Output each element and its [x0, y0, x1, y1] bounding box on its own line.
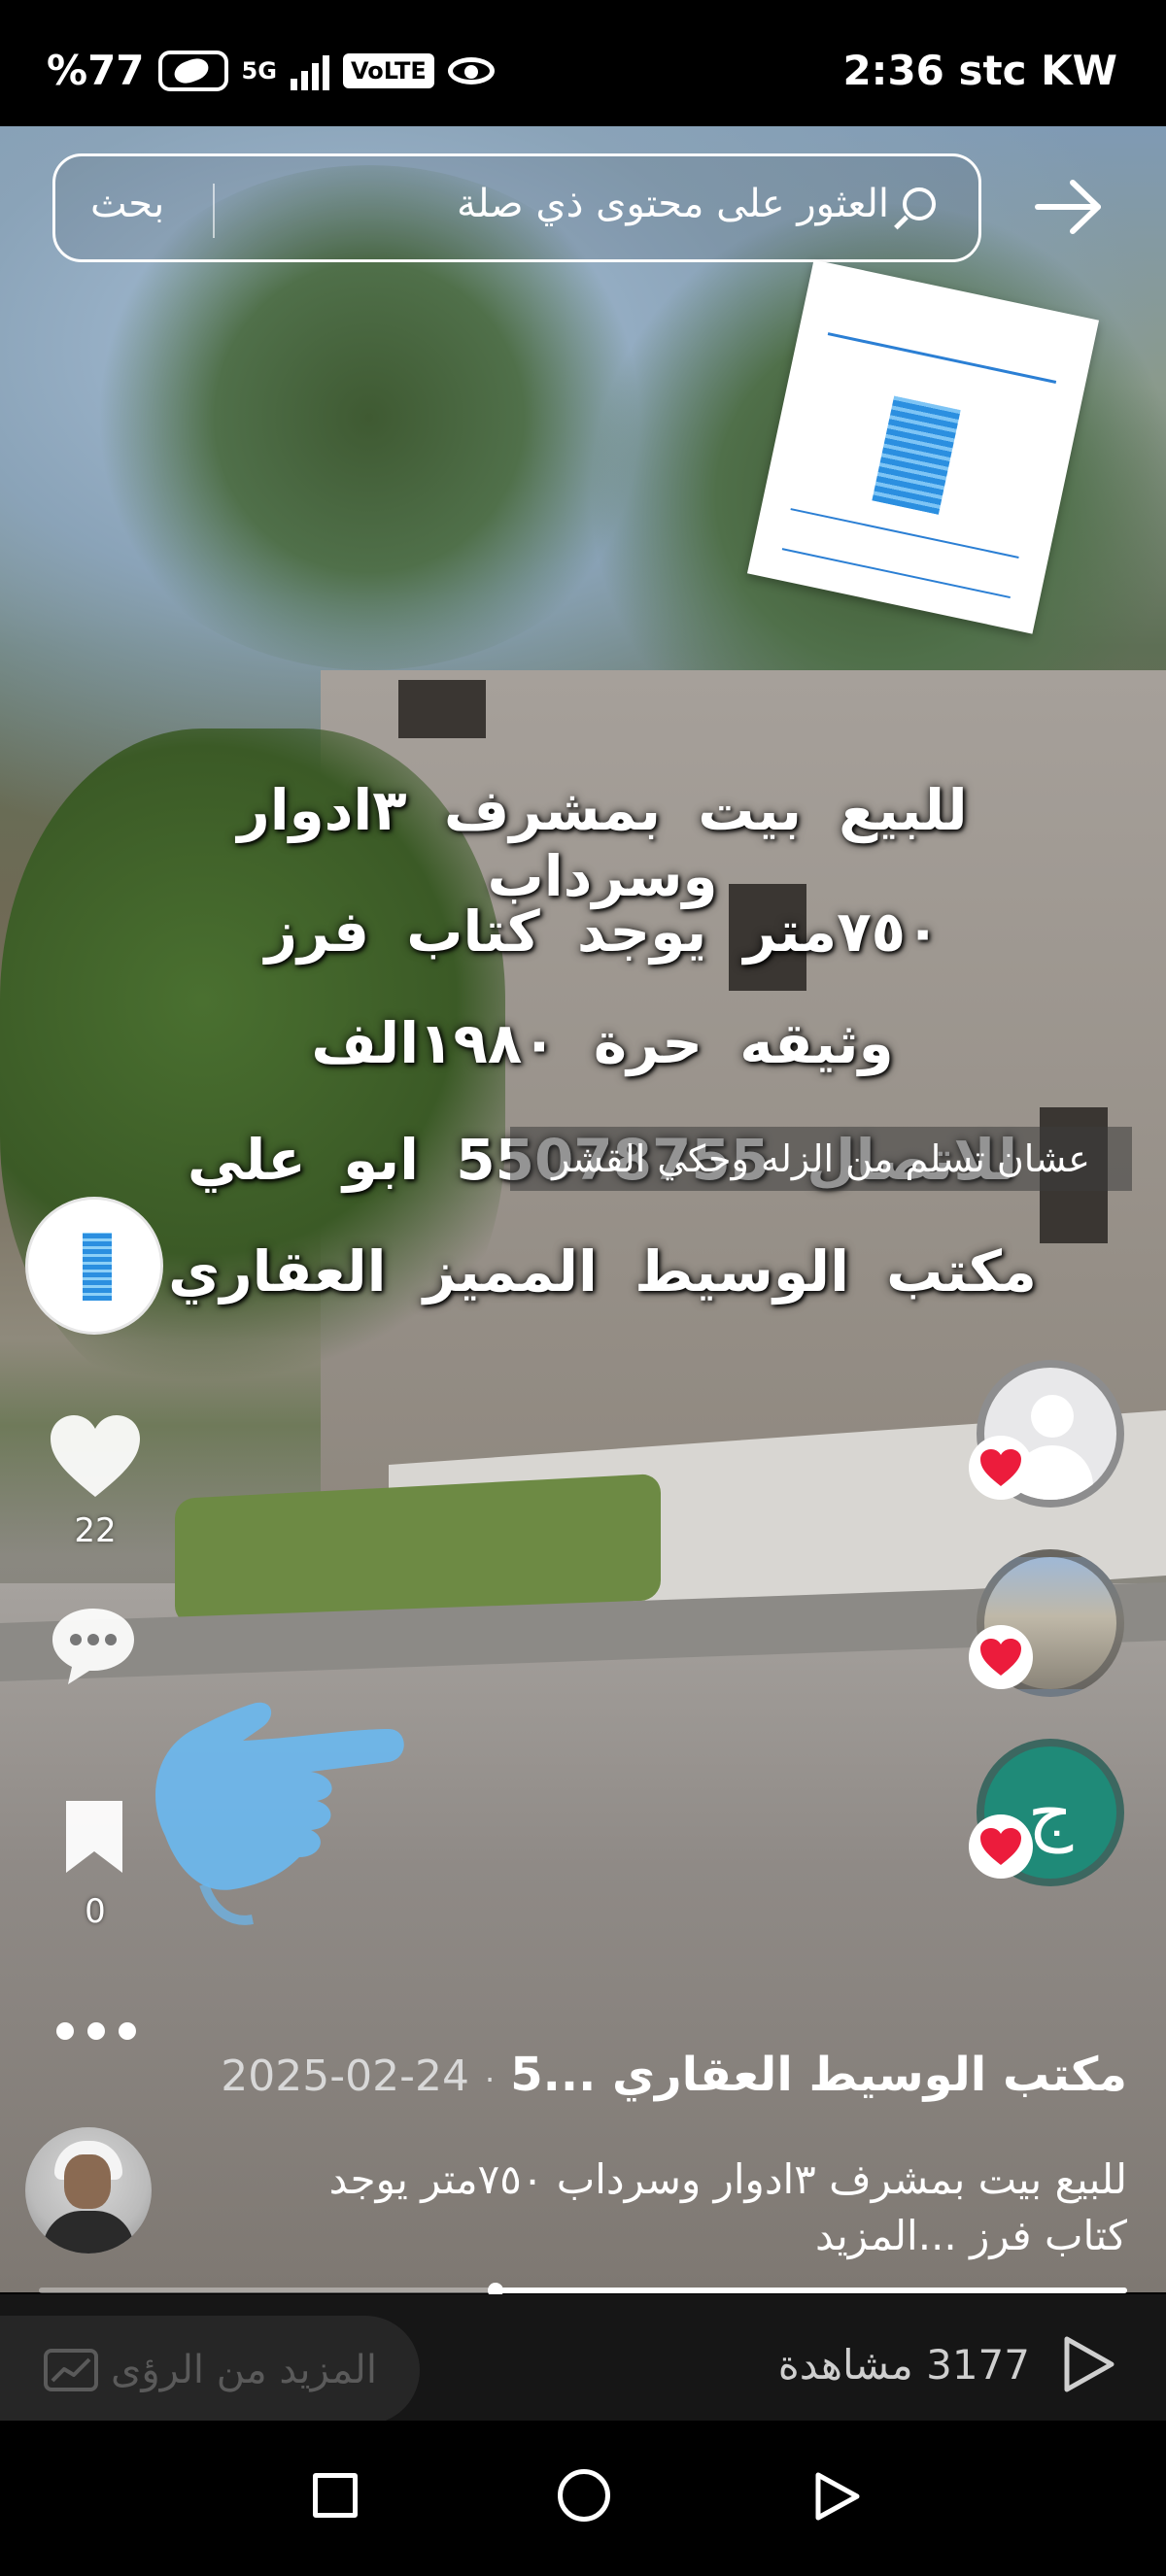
heart-badge-icon [969, 1625, 1033, 1689]
home-button[interactable] [558, 2469, 610, 2522]
creator-profile-button[interactable] [25, 1197, 163, 1335]
back-button[interactable] [808, 2469, 863, 2524]
play-icon[interactable] [1059, 2333, 1117, 2395]
tower-logo-icon [83, 1233, 112, 1301]
overlay-line-5: مكتب الوسيط المميز العقاري [168, 1238, 1037, 1305]
overlay-line-3: وثيقه حرة ١٩٨٠الف [311, 1010, 894, 1076]
search-input[interactable]: العثور على محتوى ذي صلة [457, 182, 936, 226]
video-caption: عشان تسلم من الزله وحكي القشر [510, 1127, 1132, 1191]
time-carrier: 2:36 stc KW [842, 47, 1117, 94]
author-name[interactable]: مكتب الوسيط العقاري ...5 [510, 2048, 1127, 2102]
chart-icon [44, 2349, 99, 2391]
search-button[interactable]: بحث [90, 182, 164, 226]
post-description[interactable]: للبيع بيت بمشرف ٣ادوار وسرداب ٧٥٠متر يوج… [253, 2152, 1127, 2264]
video-progress-bar[interactable] [39, 2283, 1127, 2298]
post-meta: مكتب الوسيط العقاري ...5 · 2025-02-24 [221, 2048, 1127, 2102]
more-insights-button[interactable]: المزيد من الرؤى [0, 2316, 420, 2424]
more-options-button[interactable] [56, 2022, 136, 2042]
insights-label: المزيد من الرؤى [111, 2348, 377, 2392]
recents-button[interactable] [313, 2473, 358, 2518]
arrow-forward-icon[interactable] [1030, 173, 1108, 241]
network-type: 5G [241, 56, 277, 85]
battery-percent: %77 [47, 47, 145, 94]
tower-logo-icon [872, 395, 961, 515]
search-divider [213, 184, 215, 238]
search-bar[interactable]: بحث العثور على محتوى ذي صلة [52, 153, 981, 262]
volte-badge: VoLTE [342, 52, 434, 88]
system-nav-bar [0, 2421, 1166, 2576]
like-heart-icon[interactable] [47, 1413, 144, 1501]
status-bar: %77 5G VoLTE 2:36 stc KW [0, 0, 1166, 126]
heart-badge-icon [969, 1814, 1033, 1879]
search-placeholder: العثور على محتوى ذي صلة [456, 182, 889, 226]
heart-badge-icon [969, 1436, 1033, 1500]
eye-icon [447, 56, 495, 85]
bottom-panel: المزيد من الرؤى 3177 مشاهدة [0, 2294, 1166, 2424]
battery-saver-icon [157, 50, 228, 91]
pointing-hand-sticker [155, 1702, 404, 1925]
view-count: 3177 مشاهدة [777, 2341, 1030, 2389]
overlay-line-1: للبيع بيت بمشرف ٣ادوار وسرداب [237, 777, 968, 909]
bookmark-icon[interactable] [60, 1797, 128, 1877]
search-icon [903, 187, 936, 220]
meta-separator: · [485, 2061, 496, 2098]
overlay-line-2: ٧٥٠متر يوجد كتاب فرز [264, 898, 941, 965]
signal-icon [290, 51, 329, 90]
post-date: 2025-02-24 [221, 2051, 470, 2101]
user-avatar[interactable] [25, 2127, 152, 2254]
progress-fill [496, 2288, 1127, 2293]
comment-icon[interactable] [47, 1603, 140, 1690]
like-count: 22 [74, 1511, 117, 1550]
